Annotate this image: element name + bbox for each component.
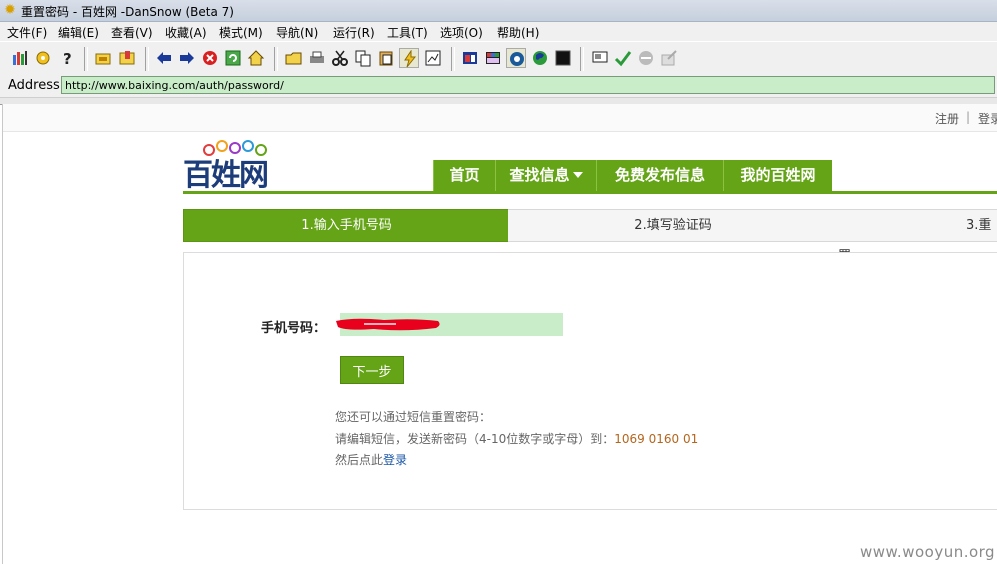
toolbar-separator (451, 47, 455, 71)
password-reset-form: 手机号码： 下一步 您还可以通过短信重置密码： 请编辑短信，发送新密码（4-10… (183, 252, 997, 510)
menu-run[interactable]: 运行(R) (333, 24, 375, 41)
chevron-down-icon (572, 171, 583, 178)
login-link[interactable]: 登录 (978, 110, 997, 127)
nav-free-post-label: 免费发布信息 (614, 166, 705, 184)
title-bar: ✹ 重置密码 - 百姓网 -DanSnow (Beta 7) (0, 0, 997, 22)
toolbar-separator (84, 47, 88, 71)
baixing-logo[interactable]: 百姓网 (183, 140, 279, 193)
login-link-inline[interactable]: 登录 (383, 453, 407, 467)
address-input[interactable] (61, 76, 995, 94)
sms-tip-then: 然后点此 (335, 453, 384, 467)
menu-tools[interactable]: 工具(T) (387, 24, 428, 41)
app-sun-icon: ✹ (4, 2, 16, 18)
sms-tip-line2: 请编辑短信，发送新密码（4-10位数字或字母）到：1069 0160 01 (335, 430, 698, 447)
forward-arrow-icon[interactable] (177, 48, 197, 68)
screen-icon[interactable] (590, 48, 610, 68)
menu-bar: 文件(F) 编辑(E) 查看(V) 收藏(A) 模式(M) 导航(N) 运行(R… (0, 22, 997, 41)
open-folder-icon[interactable] (284, 48, 304, 68)
topbar-separator: | (966, 110, 971, 124)
menu-file[interactable]: 文件(F) (7, 24, 47, 41)
svg-text:?: ? (63, 50, 72, 67)
home-icon[interactable] (246, 48, 266, 68)
globe-icon[interactable] (530, 48, 550, 68)
sms-number: 1069 0160 01 (614, 432, 699, 446)
sms-tip-line3: 然后点此登录 (335, 451, 407, 468)
logo-text: 百姓网 (183, 158, 269, 193)
nav-free-post[interactable]: 免费发布信息 (596, 160, 723, 191)
redaction-mark (336, 318, 440, 331)
refresh-icon[interactable] (223, 48, 243, 68)
back-arrow-icon[interactable] (154, 48, 174, 68)
menu-options[interactable]: 选项(O) (440, 24, 483, 41)
nav-find-info-label: 查找信息 (509, 166, 570, 184)
nav-home[interactable]: 首页 (433, 160, 495, 191)
watermark: www.wooyun.org (860, 543, 996, 561)
address-bar: Address (0, 75, 997, 97)
checkmark-icon[interactable] (613, 48, 633, 68)
menu-mode[interactable]: 模式(M) (219, 24, 263, 41)
toolbar: ? (0, 41, 997, 76)
step-3: 3.重置 (838, 209, 997, 264)
step-1: 1.输入手机号码 (183, 209, 510, 242)
step-1-label: 1.输入手机号码 (301, 218, 392, 233)
copy-icon[interactable] (353, 48, 373, 68)
stop-icon[interactable] (200, 48, 220, 68)
menu-help[interactable]: 帮助(H) (497, 24, 539, 41)
toolbar-separator (145, 47, 149, 71)
cut-icon[interactable] (330, 48, 350, 68)
paste-icon[interactable] (376, 48, 396, 68)
step-2-label: 2.填写验证码 (634, 218, 712, 233)
site-top-bar: 注册 | 登录 (3, 104, 997, 132)
window-layout-icon[interactable] (460, 48, 480, 68)
step-indicator: 1.输入手机号码 2.填写验证码 3.重置 (183, 209, 997, 264)
edit-disabled-icon[interactable] (659, 48, 679, 68)
block-icon[interactable] (636, 48, 656, 68)
address-label: Address (8, 78, 60, 93)
folder-icon[interactable] (93, 48, 113, 68)
step-2: 2.填写验证码 (508, 209, 838, 242)
nav-underline (183, 191, 997, 194)
menu-navigate[interactable]: 导航(N) (276, 24, 318, 41)
print-icon[interactable] (307, 48, 327, 68)
nav-home-label: 首页 (449, 166, 480, 184)
lightning-icon[interactable] (399, 48, 419, 68)
image-icon[interactable] (423, 48, 443, 68)
menu-edit[interactable]: 编辑(E) (58, 24, 99, 41)
phone-label: 手机号码： (261, 321, 327, 336)
menu-view[interactable]: 查看(V) (111, 24, 153, 41)
toolbar-separator (274, 47, 278, 71)
bookmark-folder-icon[interactable] (117, 48, 137, 68)
color-grid-icon[interactable] (483, 48, 503, 68)
web-page: 注册 | 登录 百姓网 首页 查找信息 免费发布信息 我的百姓网 1.输入手机号… (2, 104, 997, 564)
help-icon[interactable]: ? (57, 48, 77, 68)
settings-gear-icon[interactable] (33, 48, 53, 68)
library-icon[interactable] (10, 48, 30, 68)
nav-my-baixing[interactable]: 我的百姓网 (723, 160, 832, 191)
toolbar-separator (580, 47, 584, 71)
window-title: 重置密码 - 百姓网 -DanSnow (Beta 7) (21, 5, 234, 19)
browser-globe-icon[interactable] (506, 48, 526, 68)
sms-tip-line1: 您还可以通过短信重置密码： (335, 410, 492, 424)
nav-my-baixing-label: 我的百姓网 (740, 166, 816, 184)
next-step-button[interactable]: 下一步 (340, 356, 404, 384)
sms-tip-text: 请编辑短信，发送新密码（4-10位数字或字母）到： (335, 432, 615, 446)
console-icon[interactable] (553, 48, 573, 68)
menu-favorites[interactable]: 收藏(A) (165, 24, 207, 41)
nav-find-info[interactable]: 查找信息 (495, 160, 596, 191)
register-link[interactable]: 注册 (935, 110, 959, 127)
